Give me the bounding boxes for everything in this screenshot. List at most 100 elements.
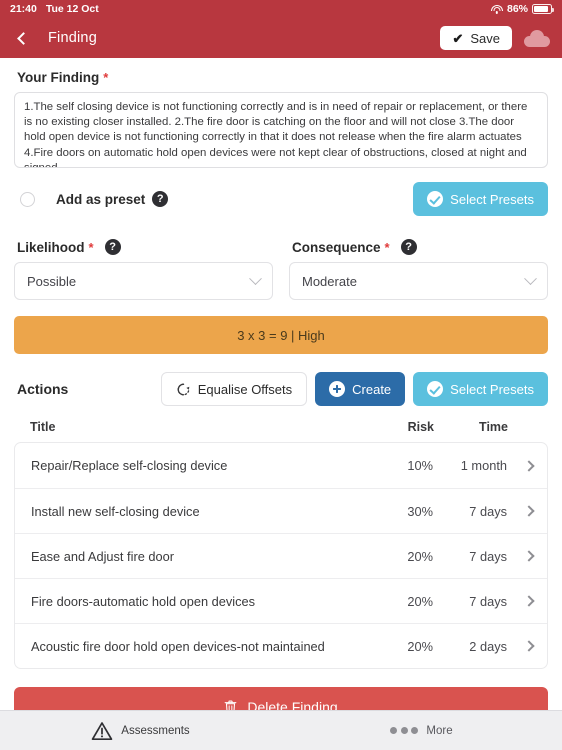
table-row[interactable]: Install new self-closing device 30% 7 days	[15, 488, 547, 533]
nav-bar: Finding ✔ Save	[0, 18, 562, 58]
likelihood-label: Likelihood * ?	[17, 239, 273, 255]
actions-title: Actions	[17, 381, 69, 397]
action-title: Install new self-closing device	[31, 503, 200, 519]
row-disclosure[interactable]	[511, 505, 535, 517]
back-button[interactable]	[8, 23, 38, 53]
select-presets-button-actions[interactable]: Select Presets	[413, 372, 548, 406]
action-title: Acoustic fire door hold open devices-not…	[31, 638, 325, 654]
chevron-right-icon	[523, 550, 535, 562]
select-presets-label: Select Presets	[450, 381, 534, 397]
table-row[interactable]: Acoustic fire door hold open devices-not…	[15, 623, 547, 668]
row-disclosure[interactable]	[511, 550, 535, 562]
column-header-risk: Risk	[407, 420, 434, 434]
finding-label: Your Finding *	[17, 70, 548, 85]
action-risk: 20%	[407, 548, 433, 564]
tab-assessments[interactable]: Assessments	[0, 711, 281, 750]
actions-table: Title Risk Time Repair/Replace self-clos…	[14, 420, 548, 669]
check-circle-icon	[427, 381, 444, 397]
tab-more[interactable]: More	[281, 711, 562, 750]
create-label: Create	[352, 381, 392, 397]
delete-finding-label: Delete Finding	[247, 699, 338, 710]
table-row[interactable]: Ease and Adjust fire door 20% 7 days	[15, 533, 547, 578]
row-disclosure[interactable]	[511, 640, 535, 652]
trash-icon	[224, 700, 237, 710]
likelihood-select[interactable]: Possible	[14, 262, 273, 300]
battery-percent: 86%	[506, 3, 528, 15]
consequence-field: Consequence * ? Moderate	[289, 227, 548, 300]
save-button[interactable]: ✔ Save	[440, 26, 512, 50]
chevron-right-icon	[523, 505, 535, 517]
battery-icon	[532, 4, 554, 14]
actions-table-header: Title Risk Time	[14, 420, 548, 442]
table-row[interactable]: Repair/Replace self-closing device 10% 1 m…	[15, 443, 547, 488]
check-circle-icon	[427, 191, 444, 207]
finding-label-text: Your Finding	[17, 70, 100, 85]
risk-score-text: 3 x 3 = 9 | High	[237, 327, 325, 343]
status-indicators: 86%	[490, 3, 554, 15]
table-row[interactable]: Fire doors-automatic hold open devices 20…	[15, 578, 547, 623]
likelihood-field: Likelihood * ? Possible	[14, 227, 273, 300]
ellipsis-icon	[390, 727, 419, 734]
likelihood-label-text: Likelihood	[17, 239, 85, 255]
page-title: Finding	[48, 30, 97, 46]
tab-bar: Assessments More	[0, 710, 562, 750]
select-presets-label: Select Presets	[450, 191, 534, 207]
add-as-preset-radio[interactable]	[20, 191, 35, 207]
wifi-icon	[490, 4, 503, 14]
question-mark-icon[interactable]: ?	[104, 239, 121, 255]
create-action-button[interactable]: Create	[315, 372, 406, 406]
chevron-down-icon	[524, 271, 537, 285]
risk-selectors: Likelihood * ? Possible Consequence * ? …	[14, 227, 548, 300]
chevron-down-icon	[249, 271, 262, 285]
consequence-select[interactable]: Moderate	[289, 262, 548, 300]
action-risk: 20%	[407, 593, 433, 609]
action-time: 1 month	[460, 458, 507, 473]
required-marker: *	[103, 70, 109, 85]
tab-more-label: More	[426, 724, 453, 737]
action-risk: 30%	[407, 503, 433, 519]
status-time: 21:40	[10, 3, 37, 15]
nav-actions: ✔ Save	[440, 26, 550, 50]
status-date: Tue 12 Oct	[45, 3, 99, 15]
risk-score-banner: 3 x 3 = 9 | High	[14, 316, 548, 354]
action-title: Repair/Replace self-closing device	[31, 458, 228, 473]
likelihood-value: Possible	[27, 273, 77, 289]
required-marker: *	[88, 239, 94, 255]
chevron-right-icon	[523, 595, 535, 607]
chevron-left-icon	[16, 31, 30, 45]
equalise-offsets-label: Equalise Offsets	[197, 381, 293, 397]
question-mark-icon[interactable]: ?	[152, 191, 169, 207]
plus-circle-icon	[329, 381, 346, 397]
column-header-title: Title	[30, 420, 56, 434]
warning-triangle-icon	[91, 721, 113, 740]
tab-assessments-label: Assessments	[121, 724, 190, 737]
finding-text: 1.The self closing device is not functio…	[24, 101, 528, 168]
action-time: 2 days	[469, 638, 507, 654]
consequence-label: Consequence * ?	[292, 239, 548, 255]
add-as-preset-label: Add as preset	[56, 191, 146, 207]
actions-header: Actions Equalise Offsets Create Select P…	[14, 372, 548, 406]
column-header-time: Time	[479, 420, 508, 434]
equalise-offsets-button[interactable]: Equalise Offsets	[160, 372, 308, 406]
check-icon: ✔	[452, 30, 464, 46]
action-title: Fire doors-automatic hold open devices	[31, 593, 256, 609]
delete-finding-button[interactable]: Delete Finding	[14, 687, 548, 710]
consequence-label-text: Consequence	[292, 239, 381, 255]
actions-table-body: Repair/Replace self-closing device 10% 1 m…	[14, 442, 548, 669]
action-time: 7 days	[469, 548, 507, 564]
add-as-preset-row: Add as preset ? Select Presets	[14, 181, 548, 217]
chevron-right-icon	[523, 640, 535, 652]
actions-buttons: Equalise Offsets Create Select Presets	[160, 372, 548, 406]
action-title: Ease and Adjust fire door	[31, 548, 174, 564]
select-presets-button-finding[interactable]: Select Presets	[413, 182, 548, 216]
status-bar: 21:40 Tue 12 Oct 86%	[0, 0, 562, 18]
finding-textarea[interactable]: 1.The self closing device is not functio…	[14, 92, 548, 168]
cloud-sync-icon[interactable]	[524, 29, 550, 47]
refresh-icon	[177, 383, 190, 395]
question-mark-icon[interactable]: ?	[400, 239, 417, 255]
row-disclosure[interactable]	[511, 595, 535, 607]
action-risk: 10%	[407, 458, 433, 473]
action-time: 7 days	[469, 593, 507, 609]
consequence-value: Moderate	[302, 273, 357, 289]
row-disclosure[interactable]	[511, 459, 535, 472]
